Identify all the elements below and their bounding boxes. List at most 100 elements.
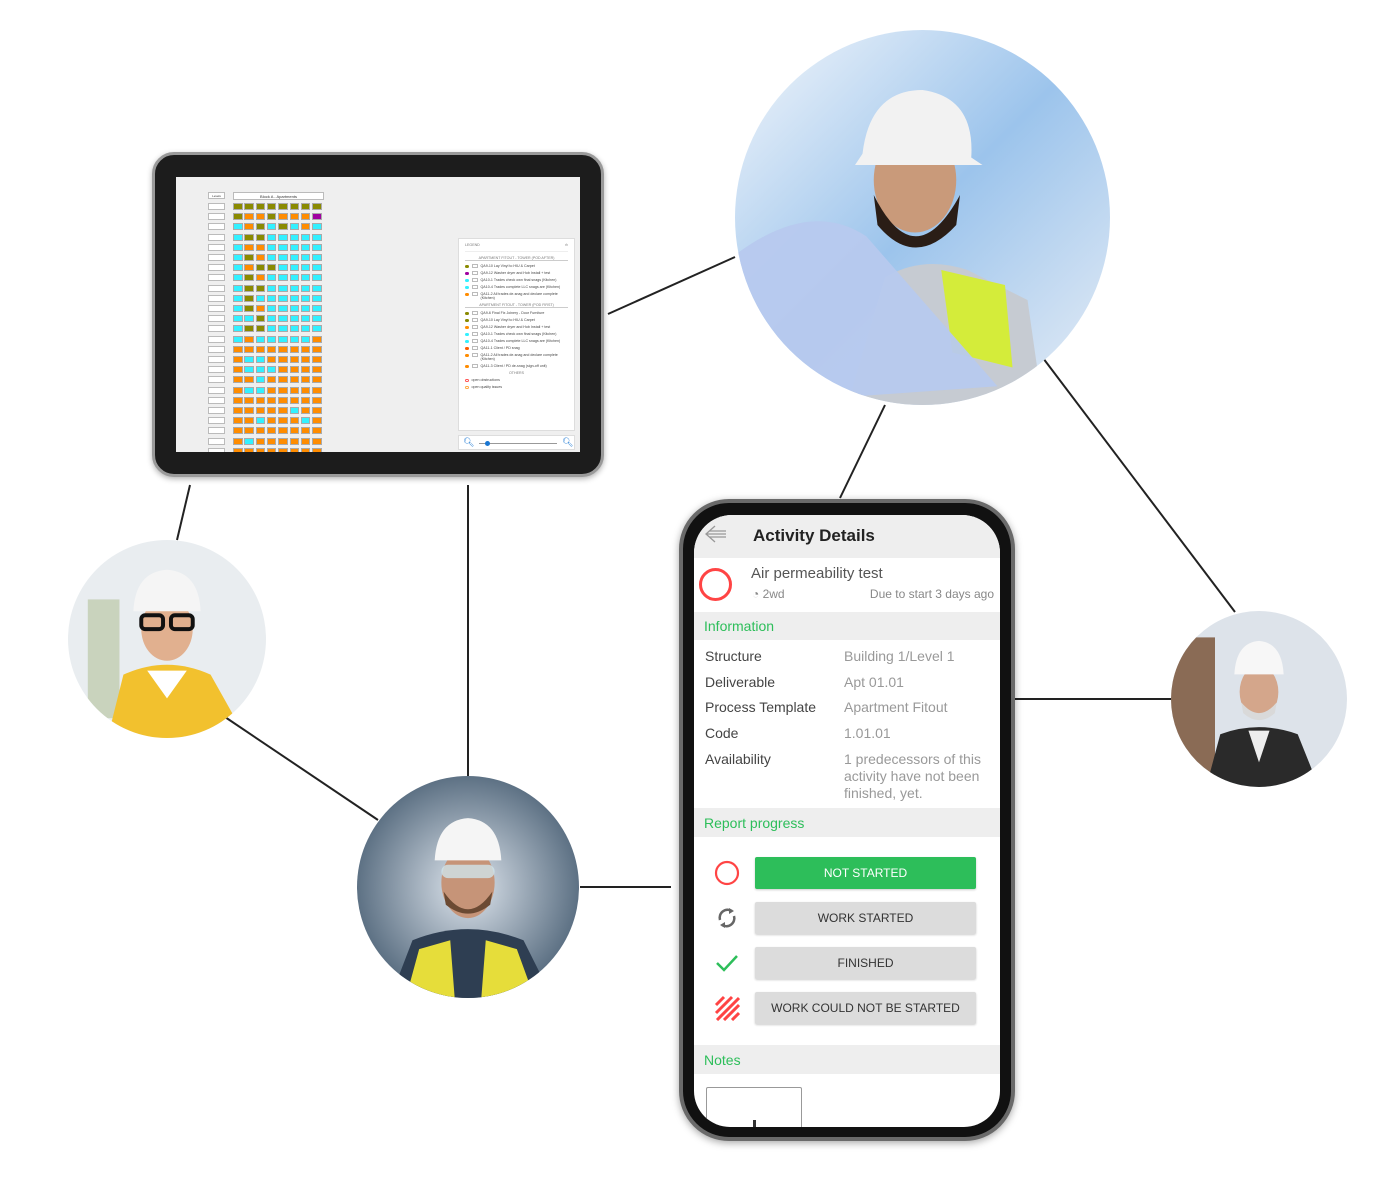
apartment-cell[interactable] [233, 315, 243, 323]
apartment-cell[interactable] [312, 264, 322, 272]
apartment-cell[interactable] [244, 294, 254, 302]
apartment-cell[interactable] [312, 325, 322, 333]
apartment-cell[interactable] [289, 274, 299, 282]
apartment-cell[interactable] [278, 386, 288, 394]
apartment-cell[interactable] [289, 213, 299, 221]
apartment-cell[interactable] [244, 356, 254, 363]
apartment-cell[interactable] [289, 335, 299, 343]
apartment-cell[interactable] [255, 243, 266, 251]
apartment-cell[interactable] [300, 396, 311, 404]
apartment-cell[interactable] [312, 345, 322, 353]
apartment-cell[interactable] [312, 417, 322, 425]
apartment-cell[interactable] [255, 274, 266, 282]
apartment-cell[interactable] [233, 233, 243, 241]
apartment-cell[interactable] [255, 447, 266, 452]
apartment-cell[interactable] [300, 407, 311, 414]
apartment-cell[interactable] [266, 274, 277, 282]
apartment-cell[interactable] [244, 305, 254, 312]
apartment-cell[interactable] [312, 427, 322, 435]
apartment-cell[interactable] [233, 203, 243, 210]
apartment-cell[interactable] [233, 305, 243, 312]
apartment-cell[interactable] [300, 427, 311, 435]
zoom-out-icon[interactable]: 🔍︎ [463, 437, 474, 448]
apartment-cell[interactable] [278, 427, 288, 435]
apartment-cell[interactable] [278, 335, 288, 343]
apartment-cell[interactable] [278, 407, 288, 414]
apartment-cell[interactable] [289, 427, 299, 435]
apartment-cell[interactable] [278, 345, 288, 353]
apartment-cell[interactable] [278, 447, 288, 452]
apartment-cell[interactable] [278, 376, 288, 384]
apartment-cell[interactable] [255, 254, 266, 261]
apartment-cell[interactable] [233, 223, 243, 231]
apartment-cell[interactable] [255, 213, 266, 221]
apartment-cell[interactable] [244, 223, 254, 231]
apartment-cell[interactable] [266, 396, 277, 404]
apartment-cell[interactable] [312, 315, 322, 323]
apartment-cell[interactable] [289, 356, 299, 363]
apartment-cell[interactable] [255, 325, 266, 333]
apartment-cell[interactable] [289, 366, 299, 374]
apartment-cell[interactable] [300, 356, 311, 363]
apartment-cell[interactable] [266, 284, 277, 292]
apartment-cell[interactable] [300, 447, 311, 452]
apartment-cell[interactable] [266, 223, 277, 231]
apartment-cell[interactable] [233, 335, 243, 343]
apartment-cell[interactable] [312, 376, 322, 384]
apartment-cell[interactable] [233, 213, 243, 221]
apartment-cell[interactable] [312, 254, 322, 261]
apartment-cell[interactable] [233, 447, 243, 452]
apartment-cell[interactable] [266, 376, 277, 384]
apartment-cell[interactable] [266, 366, 277, 374]
apartment-cell[interactable] [266, 254, 277, 261]
apartment-cell[interactable] [289, 376, 299, 384]
apartment-cell[interactable] [266, 335, 277, 343]
apartment-cell[interactable] [312, 243, 322, 251]
apartment-cell[interactable] [266, 264, 277, 272]
apartment-cell[interactable] [244, 386, 254, 394]
apartment-cell[interactable] [312, 407, 322, 414]
apartment-cell[interactable] [289, 315, 299, 323]
apartment-cell[interactable] [289, 386, 299, 394]
collapse-icon[interactable]: ⊖ [565, 243, 568, 247]
apartment-cell[interactable] [289, 345, 299, 353]
apartment-cell[interactable] [244, 274, 254, 282]
back-arrow-icon[interactable] [704, 524, 728, 544]
apartment-cell[interactable] [312, 274, 322, 282]
apartment-cell[interactable] [244, 417, 254, 425]
apartment-cell[interactable] [312, 356, 322, 363]
apartment-cell[interactable] [266, 213, 277, 221]
apartment-cell[interactable] [266, 345, 277, 353]
apartment-cell[interactable] [266, 325, 277, 333]
apartment-cell[interactable] [244, 264, 254, 272]
apartment-cell[interactable] [289, 223, 299, 231]
zoom-slider-handle[interactable] [484, 441, 490, 446]
status-button-finished[interactable]: FINISHED [755, 947, 976, 979]
apartment-cell[interactable] [278, 366, 288, 374]
apartment-cell[interactable] [300, 284, 311, 292]
apartment-cell[interactable] [278, 417, 288, 425]
apartment-cell[interactable] [300, 305, 311, 312]
apartment-cell[interactable] [255, 335, 266, 343]
apartment-cell[interactable] [300, 386, 311, 394]
apartment-cell[interactable] [266, 447, 277, 452]
apartment-cell[interactable] [233, 243, 243, 251]
apartment-cell[interactable] [289, 243, 299, 251]
legend-checkbox[interactable] [471, 271, 478, 275]
zoom-in-icon[interactable]: 🔍︎ [562, 437, 573, 448]
apartment-cell[interactable] [233, 427, 243, 435]
apartment-cell[interactable] [278, 396, 288, 404]
apartment-cell[interactable] [312, 203, 322, 210]
apartment-cell[interactable] [278, 203, 288, 210]
apartment-cell[interactable] [278, 213, 288, 221]
apartment-cell[interactable] [300, 315, 311, 323]
apartment-cell[interactable] [289, 305, 299, 312]
apartment-cell[interactable] [312, 437, 322, 445]
legend-checkbox[interactable] [471, 332, 478, 336]
apartment-cell[interactable] [266, 294, 277, 302]
apartment-cell[interactable] [289, 437, 299, 445]
apartment-cell[interactable] [300, 254, 311, 261]
apartment-cell[interactable] [244, 376, 254, 384]
apartment-cell[interactable] [312, 284, 322, 292]
apartment-cell[interactable] [300, 223, 311, 231]
